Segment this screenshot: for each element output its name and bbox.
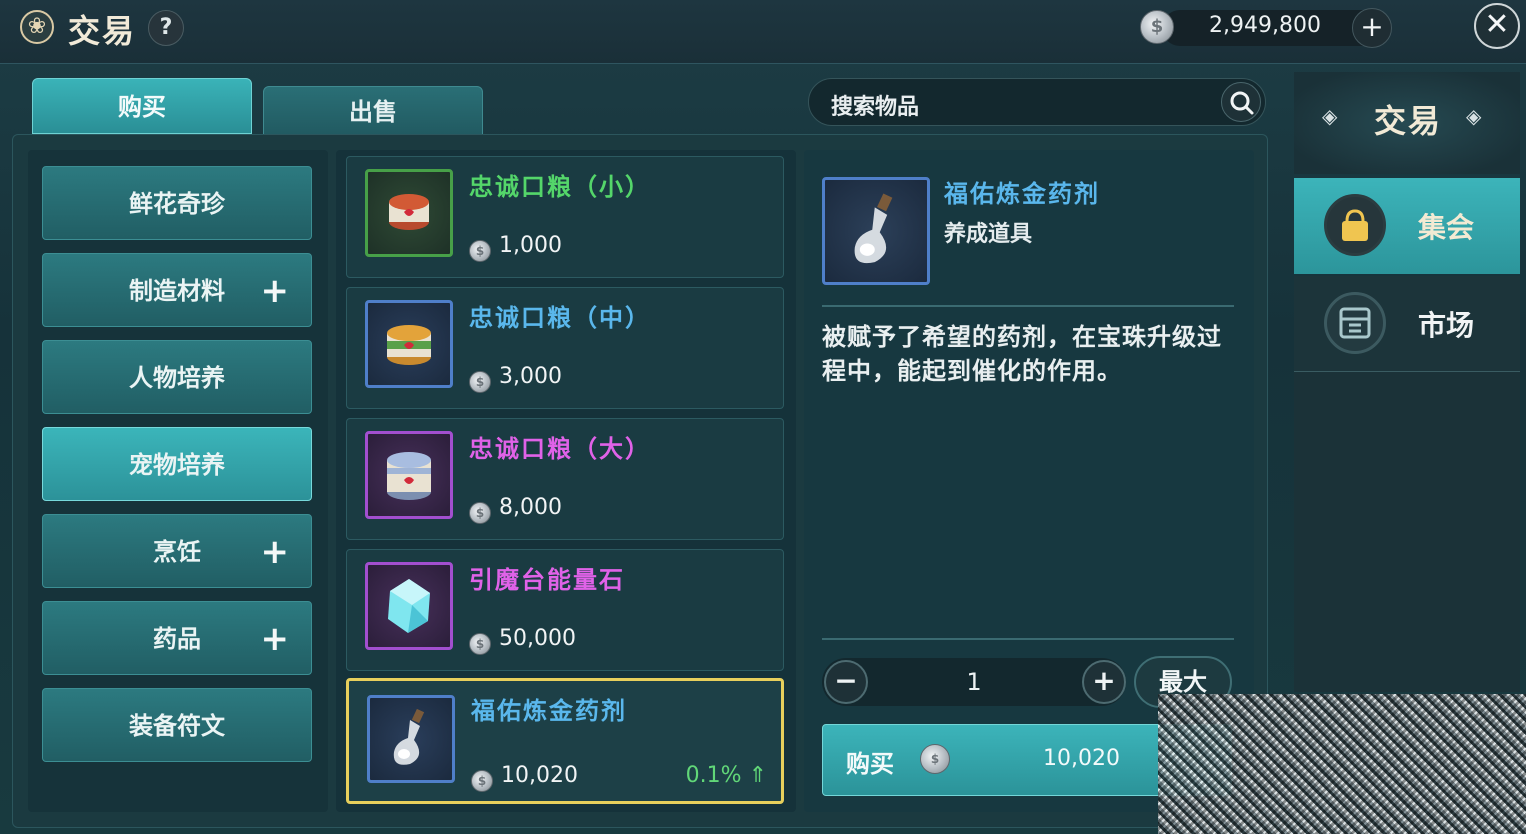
category-pet[interactable]: 宠物培养 [42, 427, 312, 501]
close-button[interactable]: ✕ [1474, 3, 1520, 49]
crystal-icon [365, 562, 453, 650]
sidebar-title: 交易 [1374, 102, 1443, 140]
item-price: $10,020 [471, 763, 578, 792]
expand-plus-icon[interactable]: + [261, 515, 290, 589]
item-price-value: 10,020 [501, 763, 578, 788]
search-icon[interactable] [1221, 82, 1261, 122]
category-runes[interactable]: 装备符文 [42, 688, 312, 762]
category-label: 宠物培养 [129, 451, 225, 479]
list-item[interactable]: 引魔台能量石 $50,000 [346, 549, 784, 671]
item-name: 忠诚口粮（大） [469, 435, 651, 463]
category-label: 制造材料 [129, 277, 225, 305]
category-label: 装备符文 [129, 712, 225, 740]
divider [822, 305, 1234, 307]
detail-description: 被赋予了希望的药剂，在宝珠升级过程中，能起到催化的作用。 [822, 323, 1222, 385]
potion-flask-icon [822, 177, 930, 285]
sidebar-item-market[interactable]: 市场 [1294, 276, 1520, 372]
item-price: $1,000 [469, 233, 562, 262]
item-name: 福佑炼金药剂 [471, 697, 627, 725]
tab-sell[interactable]: 出售 [263, 86, 483, 136]
category-label: 鲜花奇珍 [129, 190, 225, 218]
tab-buy[interactable]: 购买 [32, 78, 252, 134]
market-icon [1324, 292, 1386, 354]
silver-coin-icon: $ [1140, 10, 1174, 44]
item-price-value: 3,000 [499, 364, 562, 389]
silver-coin-icon: $ [920, 744, 950, 774]
increase-quantity-button[interactable]: + [1082, 660, 1126, 704]
ornament-right-icon: ◈ [1466, 104, 1482, 128]
list-item[interactable]: 忠诚口粮（小） $1,000 [346, 156, 784, 278]
category-materials[interactable]: 制造材料 + [42, 253, 312, 327]
category-cooking[interactable]: 烹饪 + [42, 514, 312, 588]
category-flowers[interactable]: 鲜花奇珍 [42, 166, 312, 240]
category-character[interactable]: 人物培养 [42, 340, 312, 414]
item-price: $50,000 [469, 626, 576, 655]
expand-plus-icon[interactable]: + [261, 254, 290, 328]
item-price: $3,000 [469, 364, 562, 393]
sidebar-empty-area [1294, 372, 1520, 692]
silver-coin-icon: $ [471, 770, 493, 792]
divider [822, 638, 1234, 640]
sidebar-item-label: 市场 [1418, 309, 1475, 342]
silver-coin-icon: $ [469, 633, 491, 655]
item-price-value: 8,000 [499, 495, 562, 520]
food-can-large-icon [365, 431, 453, 519]
buy-button-label: 购买 [846, 750, 894, 778]
item-price-value: 1,000 [499, 233, 562, 258]
category-medicine[interactable]: 药品 + [42, 601, 312, 675]
category-label: 人物培养 [129, 364, 225, 392]
item-name: 引魔台能量石 [469, 566, 625, 594]
ornament-left-icon: ◈ [1322, 104, 1338, 128]
item-price-value: 50,000 [499, 626, 576, 651]
category-label: 药品 [153, 625, 201, 653]
item-name: 忠诚口粮（中） [469, 304, 651, 332]
list-item[interactable]: 忠诚口粮（大） $8,000 [346, 418, 784, 540]
total-price: 10,020 [1043, 746, 1120, 771]
decrease-quantity-button[interactable]: − [824, 660, 868, 704]
add-currency-button[interactable]: + [1352, 8, 1392, 48]
sidebar-item-label: 集会 [1418, 211, 1475, 244]
bag-icon [1324, 194, 1386, 256]
category-label: 烹饪 [153, 538, 201, 566]
food-can-small-icon [365, 169, 453, 257]
item-name: 忠诚口粮（小） [469, 173, 651, 201]
sidebar-item-gathering[interactable]: 集会 [1294, 178, 1520, 274]
silver-coin-icon: $ [469, 240, 491, 262]
potion-flask-icon [367, 695, 455, 783]
balance-value: 2,949,800 [1209, 13, 1321, 38]
food-can-medium-icon [365, 300, 453, 388]
search-input[interactable]: 搜索物品 [831, 89, 919, 121]
price-trend: 0.1% ⇑ [686, 763, 767, 788]
trend-up-icon: ⇑ [748, 763, 767, 788]
list-item[interactable]: 忠诚口粮（中） $3,000 [346, 287, 784, 409]
help-icon[interactable]: ? [148, 10, 184, 46]
item-price: $8,000 [469, 495, 562, 524]
quantity-value[interactable]: 1 [874, 668, 1074, 696]
price-trend-value: 0.1% [685, 763, 742, 788]
redacted-area [1158, 694, 1526, 834]
search-bar[interactable]: 搜索物品 [808, 78, 1266, 126]
list-item-selected[interactable]: 福佑炼金药剂 $10,020 0.1% ⇑ [346, 678, 784, 804]
page-title: 交易 [68, 12, 137, 50]
detail-item-name: 福佑炼金药剂 [944, 180, 1100, 208]
silver-coin-icon: $ [469, 502, 491, 524]
silver-coin-icon: $ [469, 371, 491, 393]
expand-plus-icon[interactable]: + [261, 602, 290, 676]
detail-item-type: 养成道具 [944, 222, 1033, 247]
trade-emblem-icon: ❀ [20, 10, 54, 44]
